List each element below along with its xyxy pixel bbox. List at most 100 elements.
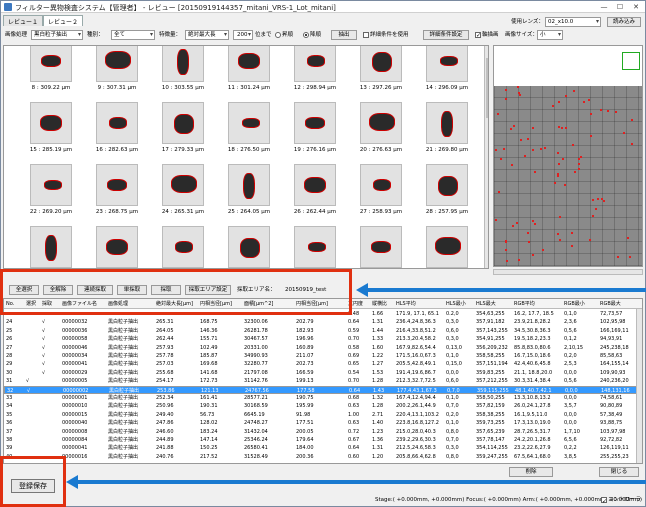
image-size-select[interactable]: 小 [537,30,563,40]
feature-select[interactable]: 絶対最大長 [185,30,229,40]
gallery-cell[interactable]: 21 : 269.80 μm [408,102,468,164]
gallery-cell[interactable]: 25 : 264.05 μm [210,164,270,226]
particle-image[interactable] [228,164,270,206]
column-header[interactable]: RGB最小 [564,300,585,308]
particle-image[interactable] [228,102,270,144]
gallery-cell[interactable]: 14 : 296.09 μm [408,46,468,102]
gallery-cell[interactable]: 11 : 301.24 μm [210,46,270,102]
tab-review-1[interactable]: レビュー１ [3,15,44,26]
gallery-cell[interactable]: 19 : 276.16 μm [276,102,336,164]
table-row[interactable]: 26 √ 00000058 黒白粒子抽出 262.44 155.71 30467.57 196… [4,335,642,343]
gallery-cell[interactable]: 22 : 269.20 μm [12,164,72,226]
column-header[interactable]: RGB最大 [600,300,621,308]
load-button[interactable]: 読み込み [607,17,641,27]
lens-select[interactable]: 02_x10.0 [545,17,601,27]
gallery-cell[interactable]: 32 : 253.86 μm [210,226,270,268]
table-row[interactable]: 28 √ 00000034 黒白粒子抽出 257.78 185.87 34990.93 211… [4,352,642,360]
gallery-cell[interactable]: 10 : 303.55 μm [144,46,204,102]
particle-image[interactable] [426,226,468,268]
gallery-cell[interactable]: 13 : 297.26 μm [342,46,402,102]
gallery-cell[interactable]: 20 : 276.63 μm [342,102,402,164]
particle-image[interactable] [30,46,72,82]
particle-image[interactable] [360,102,402,144]
table-row[interactable]: 35 00000015 黒白粒子抽出 249.40 56.73 6645.19 91.98 1… [4,411,642,419]
table-row[interactable]: 27 √ 00000046 黒白粒子抽出 257.93 102.49 20331.00 160… [4,344,642,352]
particle-image[interactable] [96,164,138,206]
gallery-cell[interactable]: 17 : 279.33 μm [144,102,204,164]
gallery-cell[interactable]: 27 : 258.93 μm [342,164,402,226]
column-header[interactable]: RGB平均 [514,300,535,308]
column-header[interactable]: 縦横比 [372,300,387,308]
gallery-cell[interactable]: 8 : 309.22 μm [12,46,72,102]
particle-image[interactable] [162,164,204,206]
particle-image[interactable] [162,102,204,144]
close-window-button[interactable]: ✕ [629,2,643,12]
table-row[interactable]: 38 00000084 黒白粒子抽出 244.89 147.14 25346.24 179.… [4,436,642,444]
particle-image[interactable] [426,46,468,82]
particle-image[interactable] [96,226,138,268]
controller-checkbox[interactable]: コントローラ [601,495,641,507]
column-header[interactable]: HLS最大 [476,300,496,308]
particle-image[interactable] [294,102,336,144]
column-header[interactable]: HLS平均 [396,300,416,308]
gallery-scrollbar[interactable] [484,46,488,268]
particle-image[interactable] [30,164,72,206]
table-row[interactable]: 25 √ 00000036 黒白粒子抽出 264.05 146.36 26281.78 182… [4,327,642,335]
table-row[interactable]: 36 00000040 黒白粒子抽出 247.86 128.02 24748.27 177.… [4,419,642,427]
particle-image[interactable] [162,226,204,268]
close-button[interactable]: 閉じる [599,467,639,477]
gallery-cell[interactable]: 28 : 257.95 μm [408,164,468,226]
gallery-cell[interactable]: 23 : 268.75 μm [78,164,138,226]
gallery-cell[interactable]: 30 : 255.68 μm [78,226,138,268]
grid-checkbox[interactable]: 軸描画 [475,30,499,41]
radio-descending[interactable]: 降順 [303,30,321,40]
gallery-cell[interactable]: 18 : 276.50 μm [210,102,270,164]
minimize-button[interactable]: — [597,2,611,12]
particle-image[interactable] [30,226,72,268]
particle-image[interactable] [228,46,270,82]
table-row[interactable]: 39 00000041 黒白粒子抽出 241.88 150.25 26580.41 184.… [4,444,642,452]
filter-map[interactable] [494,86,642,266]
particle-image[interactable] [294,226,336,268]
table-row[interactable]: 34 00000010 黒白粒子抽出 250.96 190.31 30168.59 195.… [4,402,642,410]
gallery-cell[interactable]: 34 : 250.96 μm [342,226,402,268]
particle-image[interactable] [360,164,402,206]
particle-image[interactable] [96,102,138,144]
gallery-cell[interactable]: 24 : 265.31 μm [144,164,204,226]
particle-image[interactable] [228,226,270,268]
radio-ascending[interactable]: 昇順 [275,30,293,40]
particle-image[interactable] [294,46,336,82]
table-row[interactable]: 30 √ 00000029 黒白粒子抽出 255.68 141.68 21797.08 166… [4,369,642,377]
column-header[interactable]: HLS最小 [446,300,466,308]
threshold-input[interactable]: 200 [233,30,253,40]
gallery-cell[interactable]: 31 : 254.17 μm [144,226,204,268]
maximize-button[interactable]: ☐ [613,2,627,12]
particle-image[interactable] [360,46,402,82]
gallery-cell[interactable]: 33 : 252.34 μm [276,226,336,268]
gallery-cell[interactable]: 29 : 257.03 μm [12,226,72,268]
gallery-scroll-thumb[interactable] [486,58,488,118]
type-select[interactable]: 全て [111,30,155,40]
table-row[interactable]: 40 00000016 黒白粒子抽出 240.76 217.52 31528.49 200.… [4,453,642,461]
table-row[interactable]: 37 00000008 黒白粒子抽出 246.60 183.24 31432.04 200.… [4,428,642,436]
detail-condition-button[interactable]: 詳細条件設定 [423,30,469,40]
delete-button[interactable]: 削除 [509,467,553,477]
particle-image[interactable] [426,102,468,144]
table-row[interactable]: 29 √ 00000041 黒白粒子抽出 257.03 169.68 32280.77 202… [4,360,642,368]
extract-button[interactable]: 抽出 [331,30,357,40]
table-row[interactable]: 31 √ 00000005 黒白粒子抽出 254.17 172.73 31142.76 199… [4,377,642,385]
table-scrollbar[interactable] [636,309,642,463]
particle-image[interactable] [294,164,336,206]
preview-scrollbar[interactable] [493,269,643,275]
gallery-cell[interactable]: 16 : 282.63 μm [78,102,138,164]
gallery-cell[interactable]: 9 : 307.31 μm [78,46,138,102]
detail-condition-checkbox[interactable]: 詳細条件を使用 [363,30,409,40]
table-row[interactable]: 33 00000001 黒白粒子抽出 252.34 161.41 28577.21 190.… [4,394,642,402]
particle-image[interactable] [96,46,138,82]
particle-image[interactable] [30,102,72,144]
mode-select[interactable]: 黒白粒子抽出 [31,30,83,40]
particle-image[interactable] [426,164,468,206]
particle-image[interactable] [162,46,204,82]
tab-review-2[interactable]: レビュー２ [43,15,84,26]
particle-image[interactable] [360,226,402,268]
